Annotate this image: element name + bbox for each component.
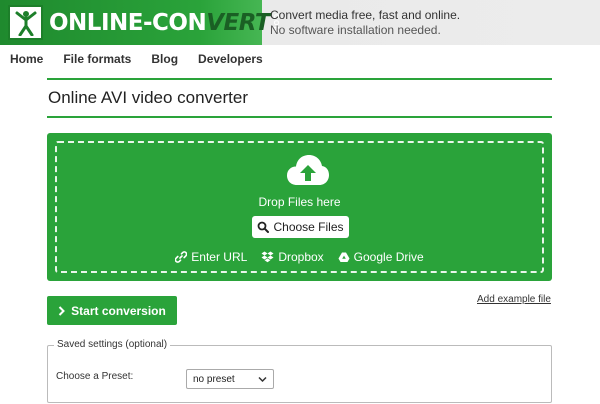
dropbox-icon (261, 251, 274, 263)
add-example-file-link[interactable]: Add example file (477, 294, 551, 305)
google-drive-link[interactable]: Google Drive (338, 250, 424, 264)
drop-files-text: Drop Files here (258, 195, 341, 209)
person-arms-raised-icon (8, 5, 43, 40)
preset-label: Choose a Preset: (56, 371, 134, 382)
chevron-down-icon (258, 376, 267, 383)
start-conversion-button[interactable]: Start conversion (47, 296, 177, 325)
logo-text: ONLINE-CONVERT (49, 9, 271, 36)
search-icon (258, 221, 270, 233)
nav-developers[interactable]: Developers (198, 52, 263, 66)
tagline-line-1: Convert media free, fast and online. (270, 8, 461, 22)
chevron-right-icon (58, 305, 66, 316)
dropzone-border: Drop Files here Choose Files Enter URL D… (55, 141, 544, 273)
tagline-line-2: No software installation needed. (270, 23, 441, 37)
google-drive-label: Google Drive (353, 250, 424, 264)
nav-blog[interactable]: Blog (151, 52, 178, 66)
choose-files-button[interactable]: Choose Files (252, 216, 349, 238)
enter-url-label: Enter URL (191, 250, 248, 264)
site-logo[interactable]: ONLINE-CONVERT .COM (8, 5, 279, 40)
divider (47, 116, 552, 118)
google-drive-icon (338, 252, 350, 262)
saved-settings-fieldset: Saved settings (optional) Choose a Prese… (47, 339, 552, 403)
page-title: Online AVI video converter (48, 88, 249, 107)
dropbox-label: Dropbox (278, 250, 324, 264)
preset-select[interactable]: no preset (186, 369, 274, 389)
enter-url-link[interactable]: Enter URL (175, 250, 247, 264)
nav-file-formats[interactable]: File formats (63, 52, 131, 66)
cloud-upload-icon (286, 153, 330, 192)
tagline: Convert media free, fast and online. No … (270, 8, 460, 38)
choose-files-label: Choose Files (273, 220, 344, 234)
preset-selected-value: no preset (193, 373, 235, 385)
saved-settings-legend: Saved settings (optional) (54, 339, 171, 350)
upload-sources: Enter URL Dropbox Google Drive (57, 250, 542, 264)
start-conversion-label: Start conversion (71, 303, 166, 318)
link-icon (175, 251, 188, 263)
main-nav: Home File formats Blog Developers (10, 52, 283, 66)
site-header: ONLINE-CONVERT .COM Convert media free, … (0, 0, 600, 45)
nav-home[interactable]: Home (10, 52, 43, 66)
dropbox-link[interactable]: Dropbox (261, 250, 324, 264)
divider (47, 78, 552, 80)
upload-dropzone[interactable]: Drop Files here Choose Files Enter URL D… (47, 133, 552, 281)
